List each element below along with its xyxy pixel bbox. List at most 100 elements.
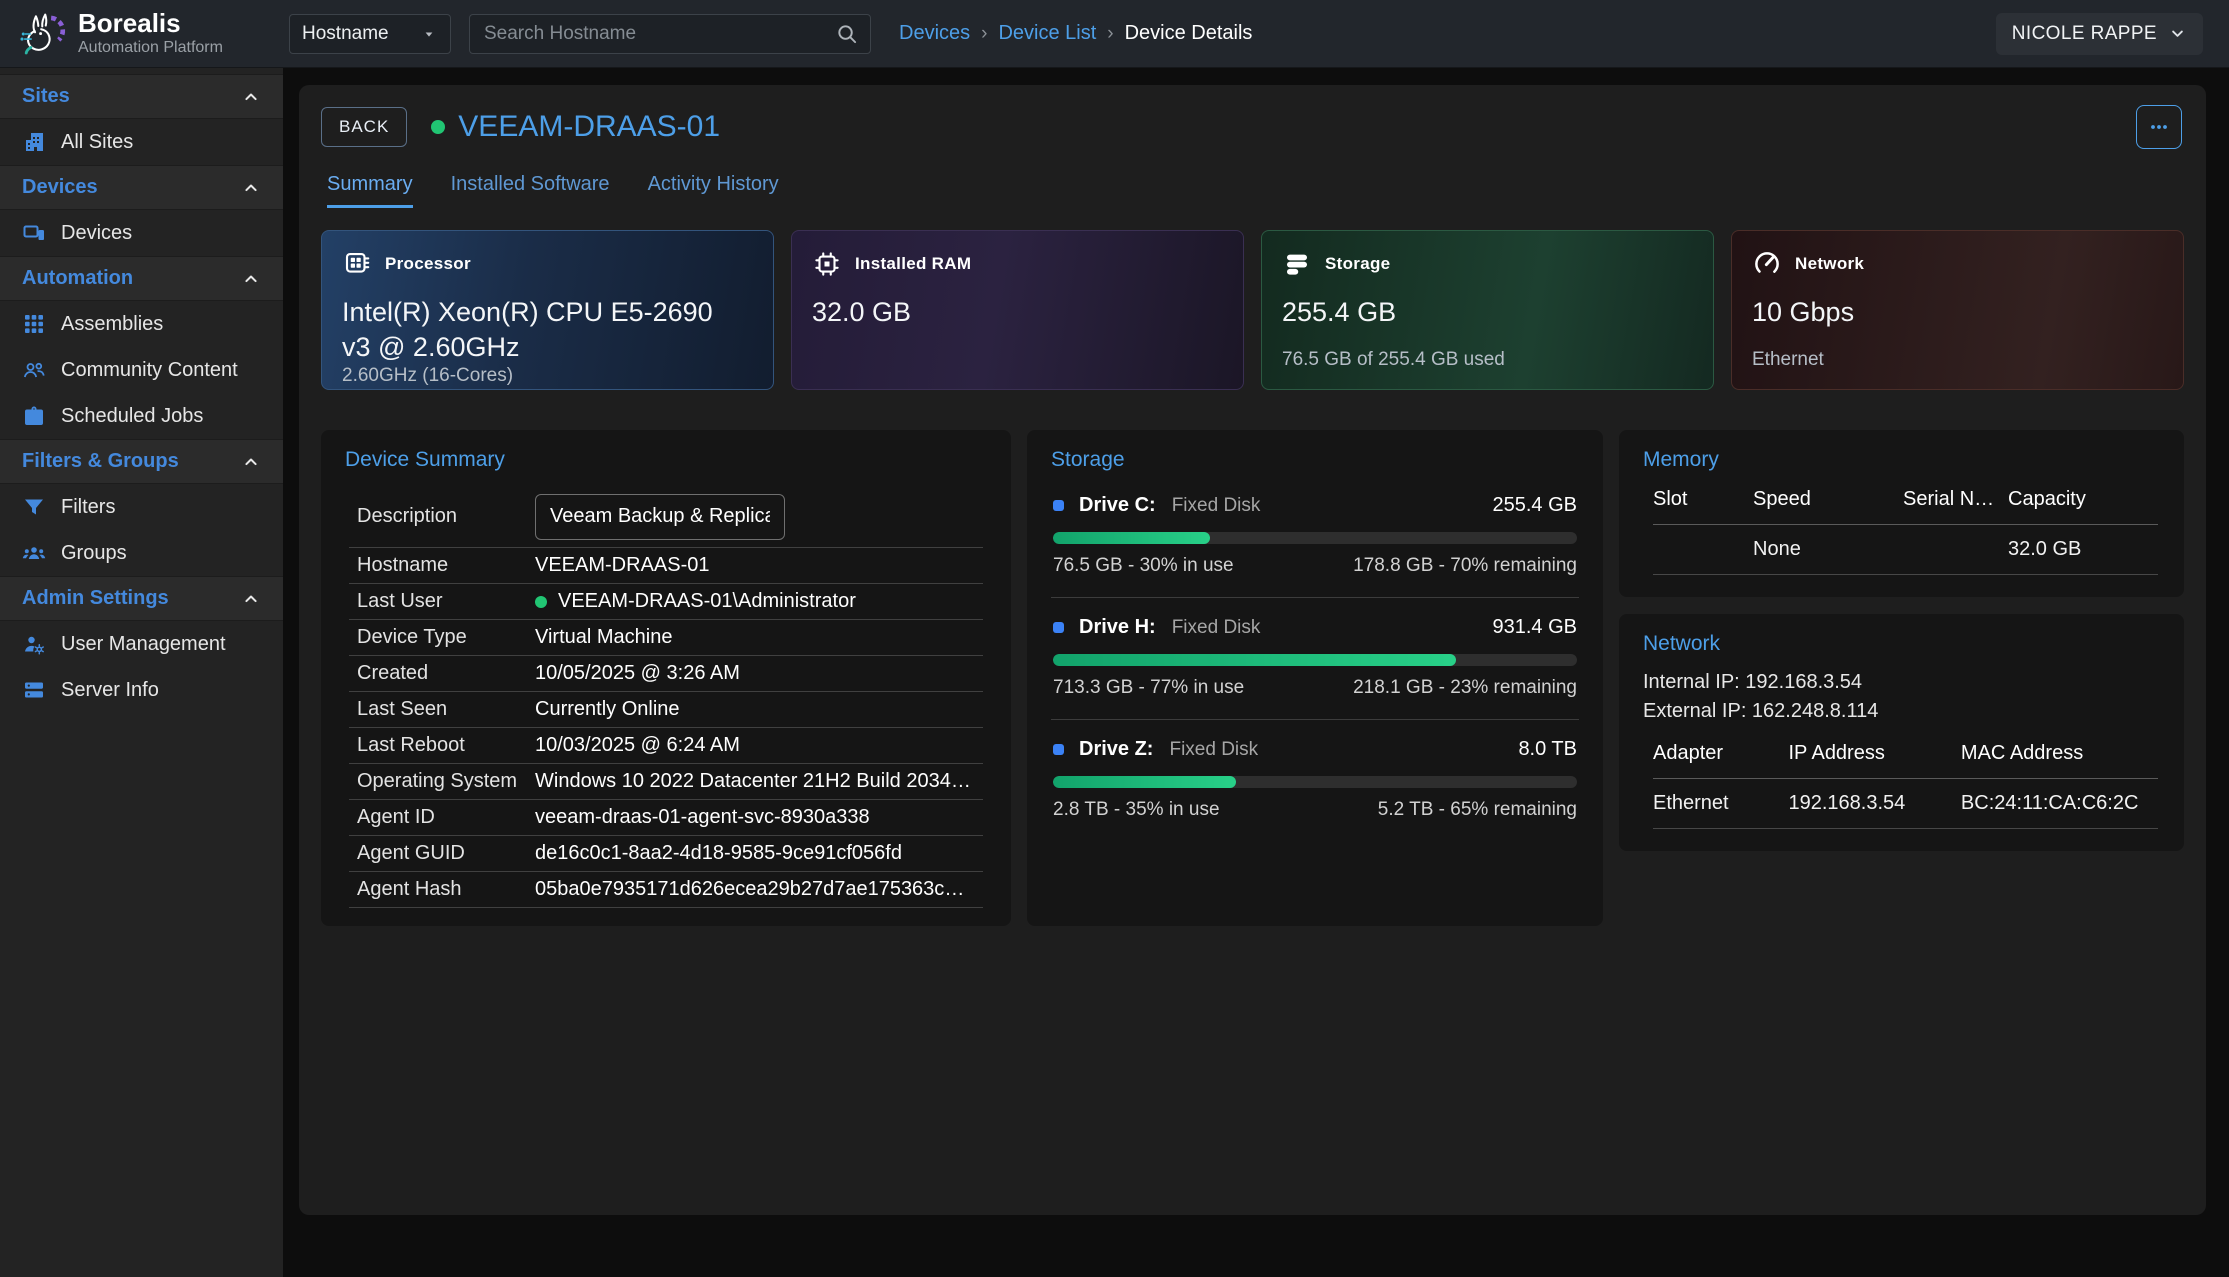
sidebar-entry[interactable]: Community Content [0, 347, 283, 393]
drive-bullet-icon [1053, 744, 1064, 755]
device-summary-row: Agent ID veeam-draas-01-agent-svc-8930a3… [349, 800, 983, 836]
field-value: Currently Online [535, 698, 680, 721]
storage-panel: Storage Drive C: Fixed Disk 255.4 GB [1027, 430, 1603, 926]
memory-panel-title: Memory [1643, 448, 2160, 472]
drive-used-text: 76.5 GB - 30% in use [1053, 555, 1234, 577]
sidebar-entry[interactable]: Devices [0, 165, 283, 210]
field-cell: Currently Online [535, 698, 975, 721]
sidebar-entry-label: Assemblies [61, 313, 163, 336]
field-label: Last User [357, 590, 535, 613]
hostname-filter-label: Hostname [302, 23, 389, 45]
tab[interactable]: Summary [327, 173, 413, 208]
sidebar-entry-label: User Management [61, 633, 226, 656]
search-icon[interactable] [835, 22, 858, 45]
drive-list: Drive C: Fixed Disk 255.4 GB 76.5 GB - 3… [1051, 476, 1579, 841]
stat-card-icon [1752, 249, 1782, 279]
sidebar-entry-label: Filters & Groups [22, 450, 179, 473]
sidebar-entry[interactable]: Sites [0, 74, 283, 119]
breadcrumb-separator-icon: › [981, 23, 987, 45]
sidebar-entry[interactable]: User Management [0, 621, 283, 667]
stat-card-icon [342, 249, 372, 279]
stat-card-header: Processor [342, 249, 753, 279]
stat-card-subtext: 76.5 GB of 255.4 GB used [1282, 349, 1693, 371]
search-box[interactable] [469, 14, 871, 54]
column-header: Capacity [2008, 488, 2158, 511]
chevron-up-icon [241, 269, 261, 289]
network-adapter-row: Ethernet 192.168.3.54 BC:24:11:CA:C6:2C [1653, 779, 2158, 829]
field-label: Operating System [357, 770, 535, 793]
breadcrumb-item: Device Details › [1125, 22, 1253, 45]
column-header: Speed [1753, 488, 1903, 511]
drive-used-text: 2.8 TB - 35% in use [1053, 799, 1220, 821]
main-content: BACK VEEAM-DRAAS-01 Summary Installed So… [283, 68, 2229, 1277]
memory-table-header: Slot Speed Serial Number Capacity [1653, 488, 2158, 525]
sidebar-entry[interactable]: Automation [0, 256, 283, 301]
drive-used-text: 713.3 GB - 77% in use [1053, 677, 1244, 699]
user-name: NICOLE RAPPE [2012, 23, 2157, 45]
sidebar-entry-label: Filters [61, 496, 115, 519]
drive-usage-fill [1053, 532, 1210, 544]
user-menu-button[interactable]: NICOLE RAPPE [1996, 13, 2203, 55]
sidebar-entry[interactable]: Filters [0, 484, 283, 530]
sidebar-entry-label: Devices [61, 222, 132, 245]
drive-type: Fixed Disk [1172, 495, 1261, 517]
device-title: VEEAM-DRAAS-01 [458, 110, 720, 144]
search-input[interactable] [482, 22, 835, 46]
sidebar-entry[interactable]: All Sites [0, 119, 283, 165]
sidebar-entry-label: Automation [22, 267, 133, 290]
hostname-filter-select[interactable]: Hostname [289, 14, 451, 54]
device-summary-panel: Device Summary Description Veeam Backup … [321, 430, 1011, 926]
breadcrumb-item: Devices › [899, 22, 998, 45]
sidebar-entry[interactable]: Devices [0, 210, 283, 256]
network-table: Adapter IP Address MAC Address Ethernet [1653, 742, 2158, 829]
description-input[interactable] [535, 494, 785, 540]
breadcrumb-link[interactable]: Devices [899, 22, 970, 45]
breadcrumb-link[interactable]: Device List [998, 22, 1096, 45]
drive-type: Fixed Disk [1169, 739, 1258, 761]
network-panel-title: Network [1643, 632, 2160, 656]
device-summary-table: Description Veeam Backup & Replication H… [345, 486, 987, 908]
tab[interactable]: Activity History [648, 173, 779, 208]
sidebar-entry-label: Admin Settings [22, 587, 169, 610]
stat-card: Processor Intel(R) Xeon(R) CPU E5-2690 v… [321, 230, 774, 390]
sidebar-entry[interactable]: Scheduled Jobs [0, 393, 283, 439]
field-cell: Windows 10 2022 Datacenter 21H2 Build 20… [535, 770, 975, 793]
field-value: Virtual Machine [535, 626, 672, 649]
sidebar-entry[interactable]: Server Info [0, 667, 283, 713]
breadcrumb-link: Device Details [1125, 22, 1253, 45]
chevron-up-icon [241, 452, 261, 472]
device-summary-row: Device Type Virtual Machine [349, 620, 983, 656]
topbar: Borealis Automation Platform Hostname De… [0, 0, 2229, 68]
sidebar-entry-label: Scheduled Jobs [61, 405, 203, 428]
memory-table: Slot Speed Serial Number Capacity [1653, 488, 2158, 575]
field-value: VEEAM-DRAAS-01 [535, 554, 710, 577]
stat-card-icon [1282, 249, 1312, 279]
sidebar-item-icon [22, 632, 46, 656]
stat-card-value: 32.0 GB [812, 295, 1223, 330]
field-label: Description [357, 505, 535, 528]
sidebar-entry[interactable]: Groups [0, 530, 283, 576]
tab[interactable]: Installed Software [451, 173, 610, 208]
network-panel: Network Internal IP: 192.168.3.54 Extern… [1619, 614, 2184, 851]
sidebar-entry[interactable]: Assemblies [0, 301, 283, 347]
sidebar-entry[interactable]: Admin Settings [0, 576, 283, 621]
more-options-button[interactable] [2136, 105, 2182, 149]
adapter-mac: BC:24:11:CA:C6:2C [1961, 792, 2158, 815]
drive-remaining-text: 5.2 TB - 65% remaining [1378, 799, 1577, 821]
stat-card-header: Network [1752, 249, 2163, 279]
device-summary-row: Agent GUID de16c0c1-8aa2-4d18-9585-9ce91… [349, 836, 983, 872]
back-button[interactable]: BACK [321, 107, 407, 147]
stat-card: Network 10 Gbps Ethernet [1731, 230, 2184, 390]
adapter-ip: 192.168.3.54 [1788, 792, 1960, 815]
device-summary-title: Device Summary [345, 448, 987, 472]
network-ips: Internal IP: 192.168.3.54 External IP: 1… [1643, 668, 2160, 726]
field-value: VEEAM-DRAAS-01\Administrator [558, 590, 856, 613]
stat-card-title: Storage [1325, 254, 1390, 274]
memory-panel: Memory Slot Speed Serial Number [1619, 430, 2184, 597]
field-cell: VEEAM-DRAAS-01 [535, 554, 975, 577]
drive-usage-fill [1053, 776, 1236, 788]
sidebar-entry[interactable]: Filters & Groups [0, 439, 283, 484]
drive-remaining-text: 178.8 GB - 70% remaining [1353, 555, 1577, 577]
stat-card: Storage 255.4 GB 76.5 GB of 255.4 GB use… [1261, 230, 1714, 390]
sidebar-item-icon [22, 495, 46, 519]
